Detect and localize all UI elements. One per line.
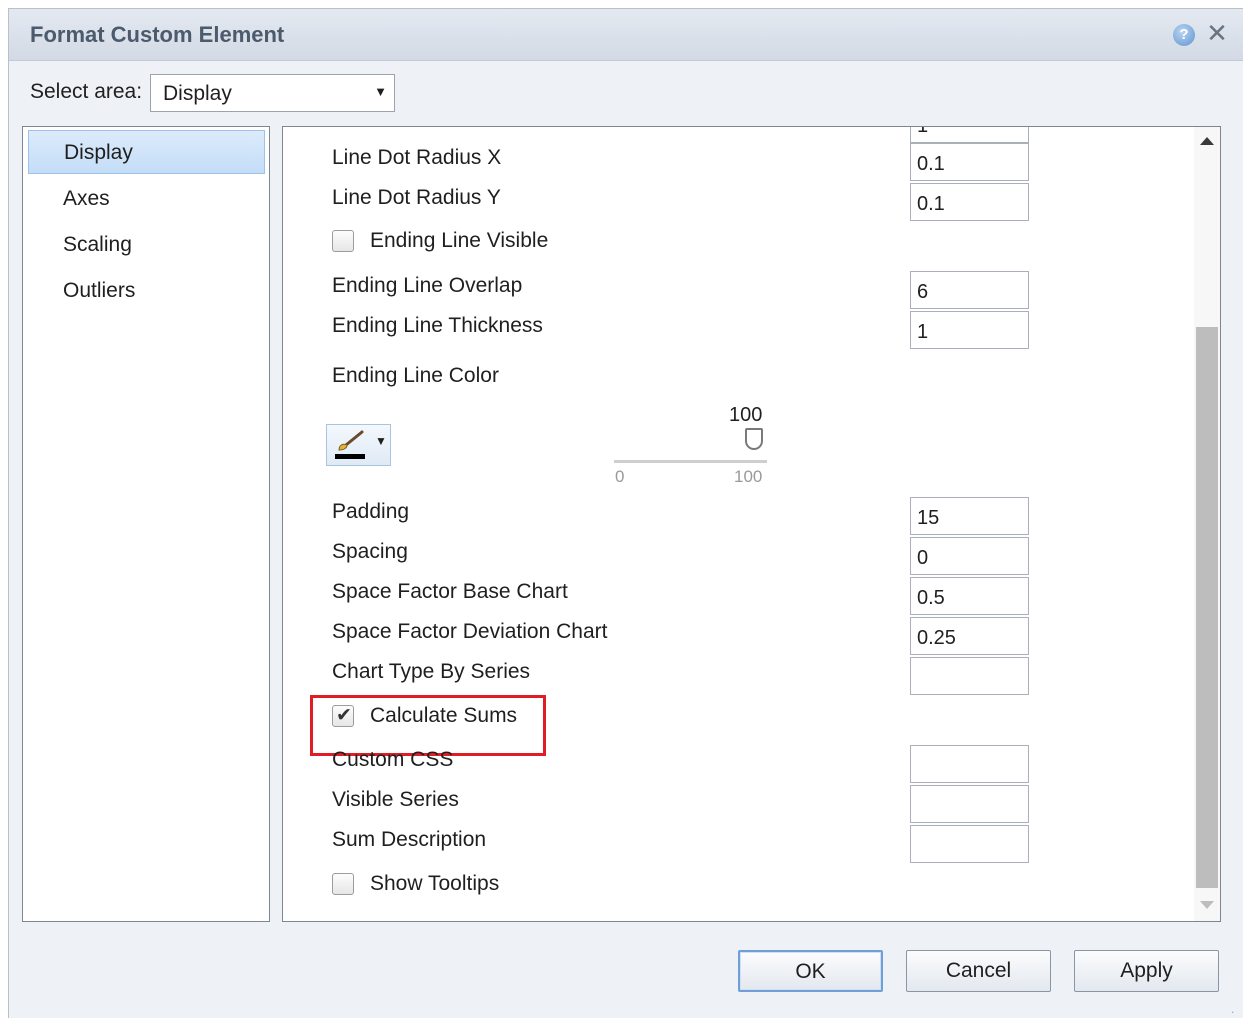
transparency-slider-value: 100 bbox=[729, 404, 763, 426]
nav-item-display[interactable]: Display bbox=[28, 130, 265, 174]
transparency-slider-track[interactable] bbox=[614, 460, 767, 463]
ending-line-thickness-label: Ending Line Thickness bbox=[332, 314, 543, 337]
scroll-down-arrow-icon[interactable] bbox=[1200, 901, 1214, 909]
chart-type-by-series-field[interactable] bbox=[910, 657, 1029, 695]
ok-button[interactable]: OK bbox=[738, 950, 883, 992]
custom-css-label: Custom CSS bbox=[332, 748, 454, 771]
custom-css-field[interactable] bbox=[910, 745, 1029, 783]
vertical-scrollbar[interactable] bbox=[1194, 127, 1220, 921]
scroll-up-arrow-icon[interactable] bbox=[1200, 137, 1214, 145]
close-icon[interactable]: ✕ bbox=[1205, 19, 1229, 47]
nav-item-scaling[interactable]: Scaling bbox=[28, 223, 265, 267]
dialog-titlebar[interactable]: Format Custom Element ? ✕ bbox=[9, 9, 1243, 61]
ending-line-overlap-field[interactable]: 6 bbox=[910, 271, 1029, 309]
cancel-button[interactable]: Cancel bbox=[906, 950, 1051, 992]
nav-item-outliers[interactable]: Outliers bbox=[28, 269, 265, 313]
line-dot-radius-y-field[interactable]: 0.1 bbox=[910, 183, 1029, 221]
visible-series-label: Visible Series bbox=[332, 788, 459, 811]
current-color-swatch bbox=[335, 454, 365, 459]
space-factor-base-chart-label: Space Factor Base Chart bbox=[332, 580, 568, 603]
ending-line-visible-label: Ending Line Visible bbox=[370, 229, 549, 252]
show-tooltips-checkbox[interactable] bbox=[332, 873, 354, 895]
dialog-title: Format Custom Element bbox=[30, 22, 285, 47]
line-dot-radius-x-field[interactable]: 0.1 bbox=[910, 143, 1029, 181]
paintbrush-icon bbox=[338, 430, 364, 451]
ending-line-overlap-label: Ending Line Overlap bbox=[332, 274, 523, 297]
transparency-slider-handle[interactable] bbox=[745, 428, 763, 450]
ending-line-thickness-field[interactable]: 1 bbox=[910, 311, 1029, 349]
line-dot-radius-y-label: Line Dot Radius Y bbox=[332, 186, 501, 209]
resize-grip-icon[interactable]: ...... bbox=[1231, 1003, 1243, 1018]
padding-label: Padding bbox=[332, 500, 410, 523]
help-icon[interactable]: ? bbox=[1173, 24, 1195, 46]
color-picker-button[interactable]: ▼ bbox=[326, 424, 391, 466]
chart-type-by-series-label: Chart Type By Series bbox=[332, 660, 531, 683]
visible-series-field[interactable] bbox=[910, 785, 1029, 823]
padding-field[interactable]: 15 bbox=[910, 497, 1029, 535]
select-area-label: Select area: bbox=[30, 80, 143, 103]
scrollbar-thumb[interactable] bbox=[1196, 327, 1218, 888]
space-factor-deviation-chart-label: Space Factor Deviation Chart bbox=[332, 620, 608, 643]
select-area-dropdown[interactable]: Display ▼ bbox=[150, 74, 395, 112]
slider-min-label: 0 bbox=[615, 467, 625, 486]
select-area-value: Display bbox=[163, 82, 232, 105]
space-factor-base-chart-field[interactable]: 0.5 bbox=[910, 577, 1029, 615]
slider-max-label: 100 bbox=[734, 467, 763, 486]
show-tooltips-label: Show Tooltips bbox=[370, 872, 500, 895]
chevron-down-icon[interactable]: ▼ bbox=[375, 434, 387, 448]
highlight-annotation-box bbox=[310, 695, 546, 756]
nav-item-axes[interactable]: Axes bbox=[28, 177, 265, 221]
format-custom-element-dialog: Format Custom Element ? ✕ Select area: D… bbox=[8, 8, 1243, 1018]
space-factor-deviation-chart-field[interactable]: 0.25 bbox=[910, 617, 1029, 655]
line-dot-radius-x-label: Line Dot Radius X bbox=[332, 146, 502, 169]
properties-panel: 1 Line Dot Radius X 0.1 Line Dot Radius … bbox=[282, 126, 1221, 922]
partial-field-top[interactable]: 1 bbox=[910, 127, 1029, 143]
chevron-down-icon[interactable]: ▼ bbox=[374, 84, 387, 99]
ending-line-visible-checkbox[interactable] bbox=[332, 230, 354, 252]
spacing-field[interactable]: 0 bbox=[910, 537, 1029, 575]
sum-description-label: Sum Description bbox=[332, 828, 487, 851]
spacing-label: Spacing bbox=[332, 540, 408, 563]
ending-line-color-label: Ending Line Color bbox=[332, 364, 499, 387]
area-nav-list: Display Axes Scaling Outliers bbox=[22, 126, 270, 922]
sum-description-field[interactable] bbox=[910, 825, 1029, 863]
apply-button[interactable]: Apply bbox=[1074, 950, 1219, 992]
